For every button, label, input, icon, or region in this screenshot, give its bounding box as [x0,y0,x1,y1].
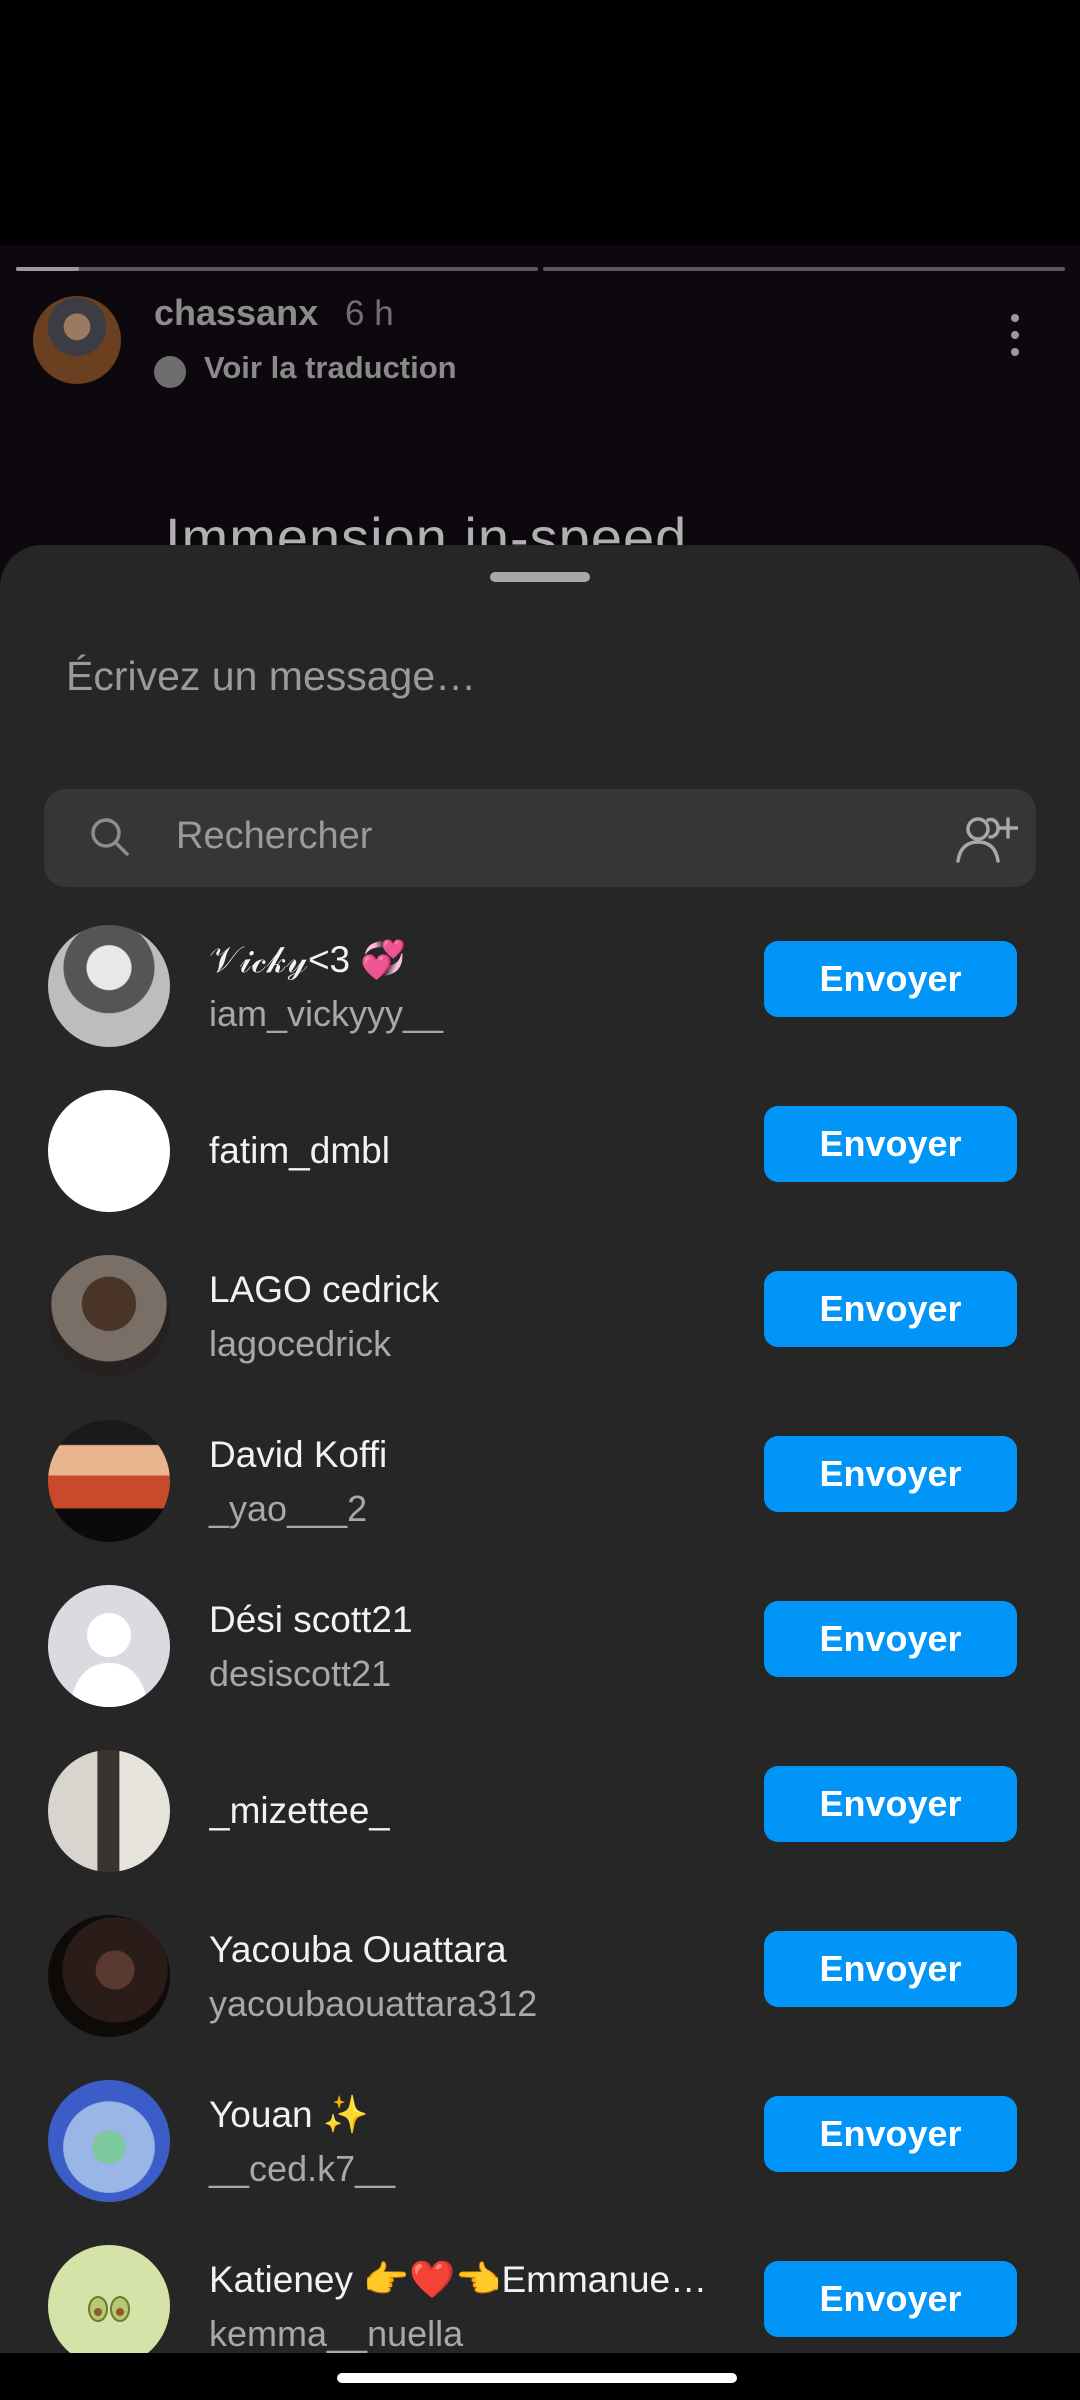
contact-username: _yao___2 [209,1488,368,1529]
more-options-icon[interactable] [1000,314,1030,364]
contact-name: Katieney 👉❤️👈Emmanue… [209,2259,708,2300]
send-button[interactable]: Envoyer [764,1106,1017,1182]
translate-link[interactable]: Voir la traduction [204,350,457,386]
contact-username: __ced.k7__ [209,2148,396,2189]
send-button[interactable]: Envoyer [764,941,1017,1017]
send-button[interactable]: Envoyer [764,1601,1017,1677]
contact-username: kemma__nuella [209,2313,464,2354]
add-people-icon[interactable] [952,811,1018,867]
send-button[interactable]: Envoyer [764,2261,1017,2337]
contact-name: Yacouba Ouattara [209,1929,507,1970]
avatar [48,2245,170,2367]
contact-name: Youan ✨ [209,2094,369,2135]
contact-row[interactable]: Dési scott21 desiscott21 Envoyer [0,1563,1080,1728]
send-button[interactable]: Envoyer [764,2096,1017,2172]
contact-row[interactable]: David Koffi _yao___2 Envoyer [0,1398,1080,1563]
contact-username: iam_vickyyy__ [209,993,444,1034]
contact-name: Dési scott21 [209,1599,413,1640]
avatar [48,1090,170,1212]
contact-name: David Koffi [209,1434,388,1475]
contact-row[interactable]: LAGO cedrick lagocedrick Envoyer [0,1233,1080,1398]
message-input[interactable]: Écrivez un message… [66,653,476,700]
avatar [48,2080,170,2202]
send-button[interactable]: Envoyer [764,1271,1017,1347]
share-sheet: Écrivez un message… Rechercher 𝒱𝒾𝒸𝓀𝓎<3 💞… [0,545,1080,2400]
send-button[interactable]: Envoyer [764,1931,1017,2007]
contact-name: _mizettee_ [209,1790,390,1831]
contact-name: fatim_dmbl [209,1130,390,1171]
contact-username: desiscott21 [209,1653,392,1694]
contact-row[interactable]: Yacouba Ouattara yacoubaouattara312 Envo… [0,1893,1080,2058]
story-progress-bar-2 [543,267,1065,271]
search-bar[interactable]: Rechercher [44,789,1036,887]
search-icon [91,818,129,856]
contact-row[interactable]: 𝒱𝒾𝒸𝓀𝓎<3 💞 iam_vickyyy__ Envoyer [0,903,1080,1068]
contact-row[interactable]: fatim_dmbl Envoyer [0,1068,1080,1233]
contact-row[interactable]: _mizettee_ Envoyer [0,1728,1080,1893]
translate-icon [154,356,186,388]
drag-handle[interactable] [490,572,590,582]
send-button[interactable]: Envoyer [764,1436,1017,1512]
send-button[interactable]: Envoyer [764,1766,1017,1842]
avatar [48,1255,170,1377]
story-username[interactable]: chassanx [154,292,318,334]
contact-username: lagocedrick [209,1323,392,1364]
contact-username: yacoubaouattara312 [209,1983,538,2024]
avatar [48,1750,170,1872]
avatar [48,1915,170,2037]
contact-name: LAGO cedrick [209,1269,440,1310]
avatar [48,925,170,1047]
home-indicator[interactable] [337,2373,737,2383]
story-progress-bar-1 [16,267,538,271]
story-avatar[interactable] [33,296,121,384]
default-avatar-icon [48,1585,170,1707]
avatar [48,1420,170,1542]
contact-row[interactable]: Youan ✨ __ced.k7__ Envoyer [0,2058,1080,2223]
story-time: 6 h [345,294,394,333]
search-input[interactable]: Rechercher [176,815,372,858]
contact-name: 𝒱𝒾𝒸𝓀𝓎<3 💞 [209,939,407,980]
